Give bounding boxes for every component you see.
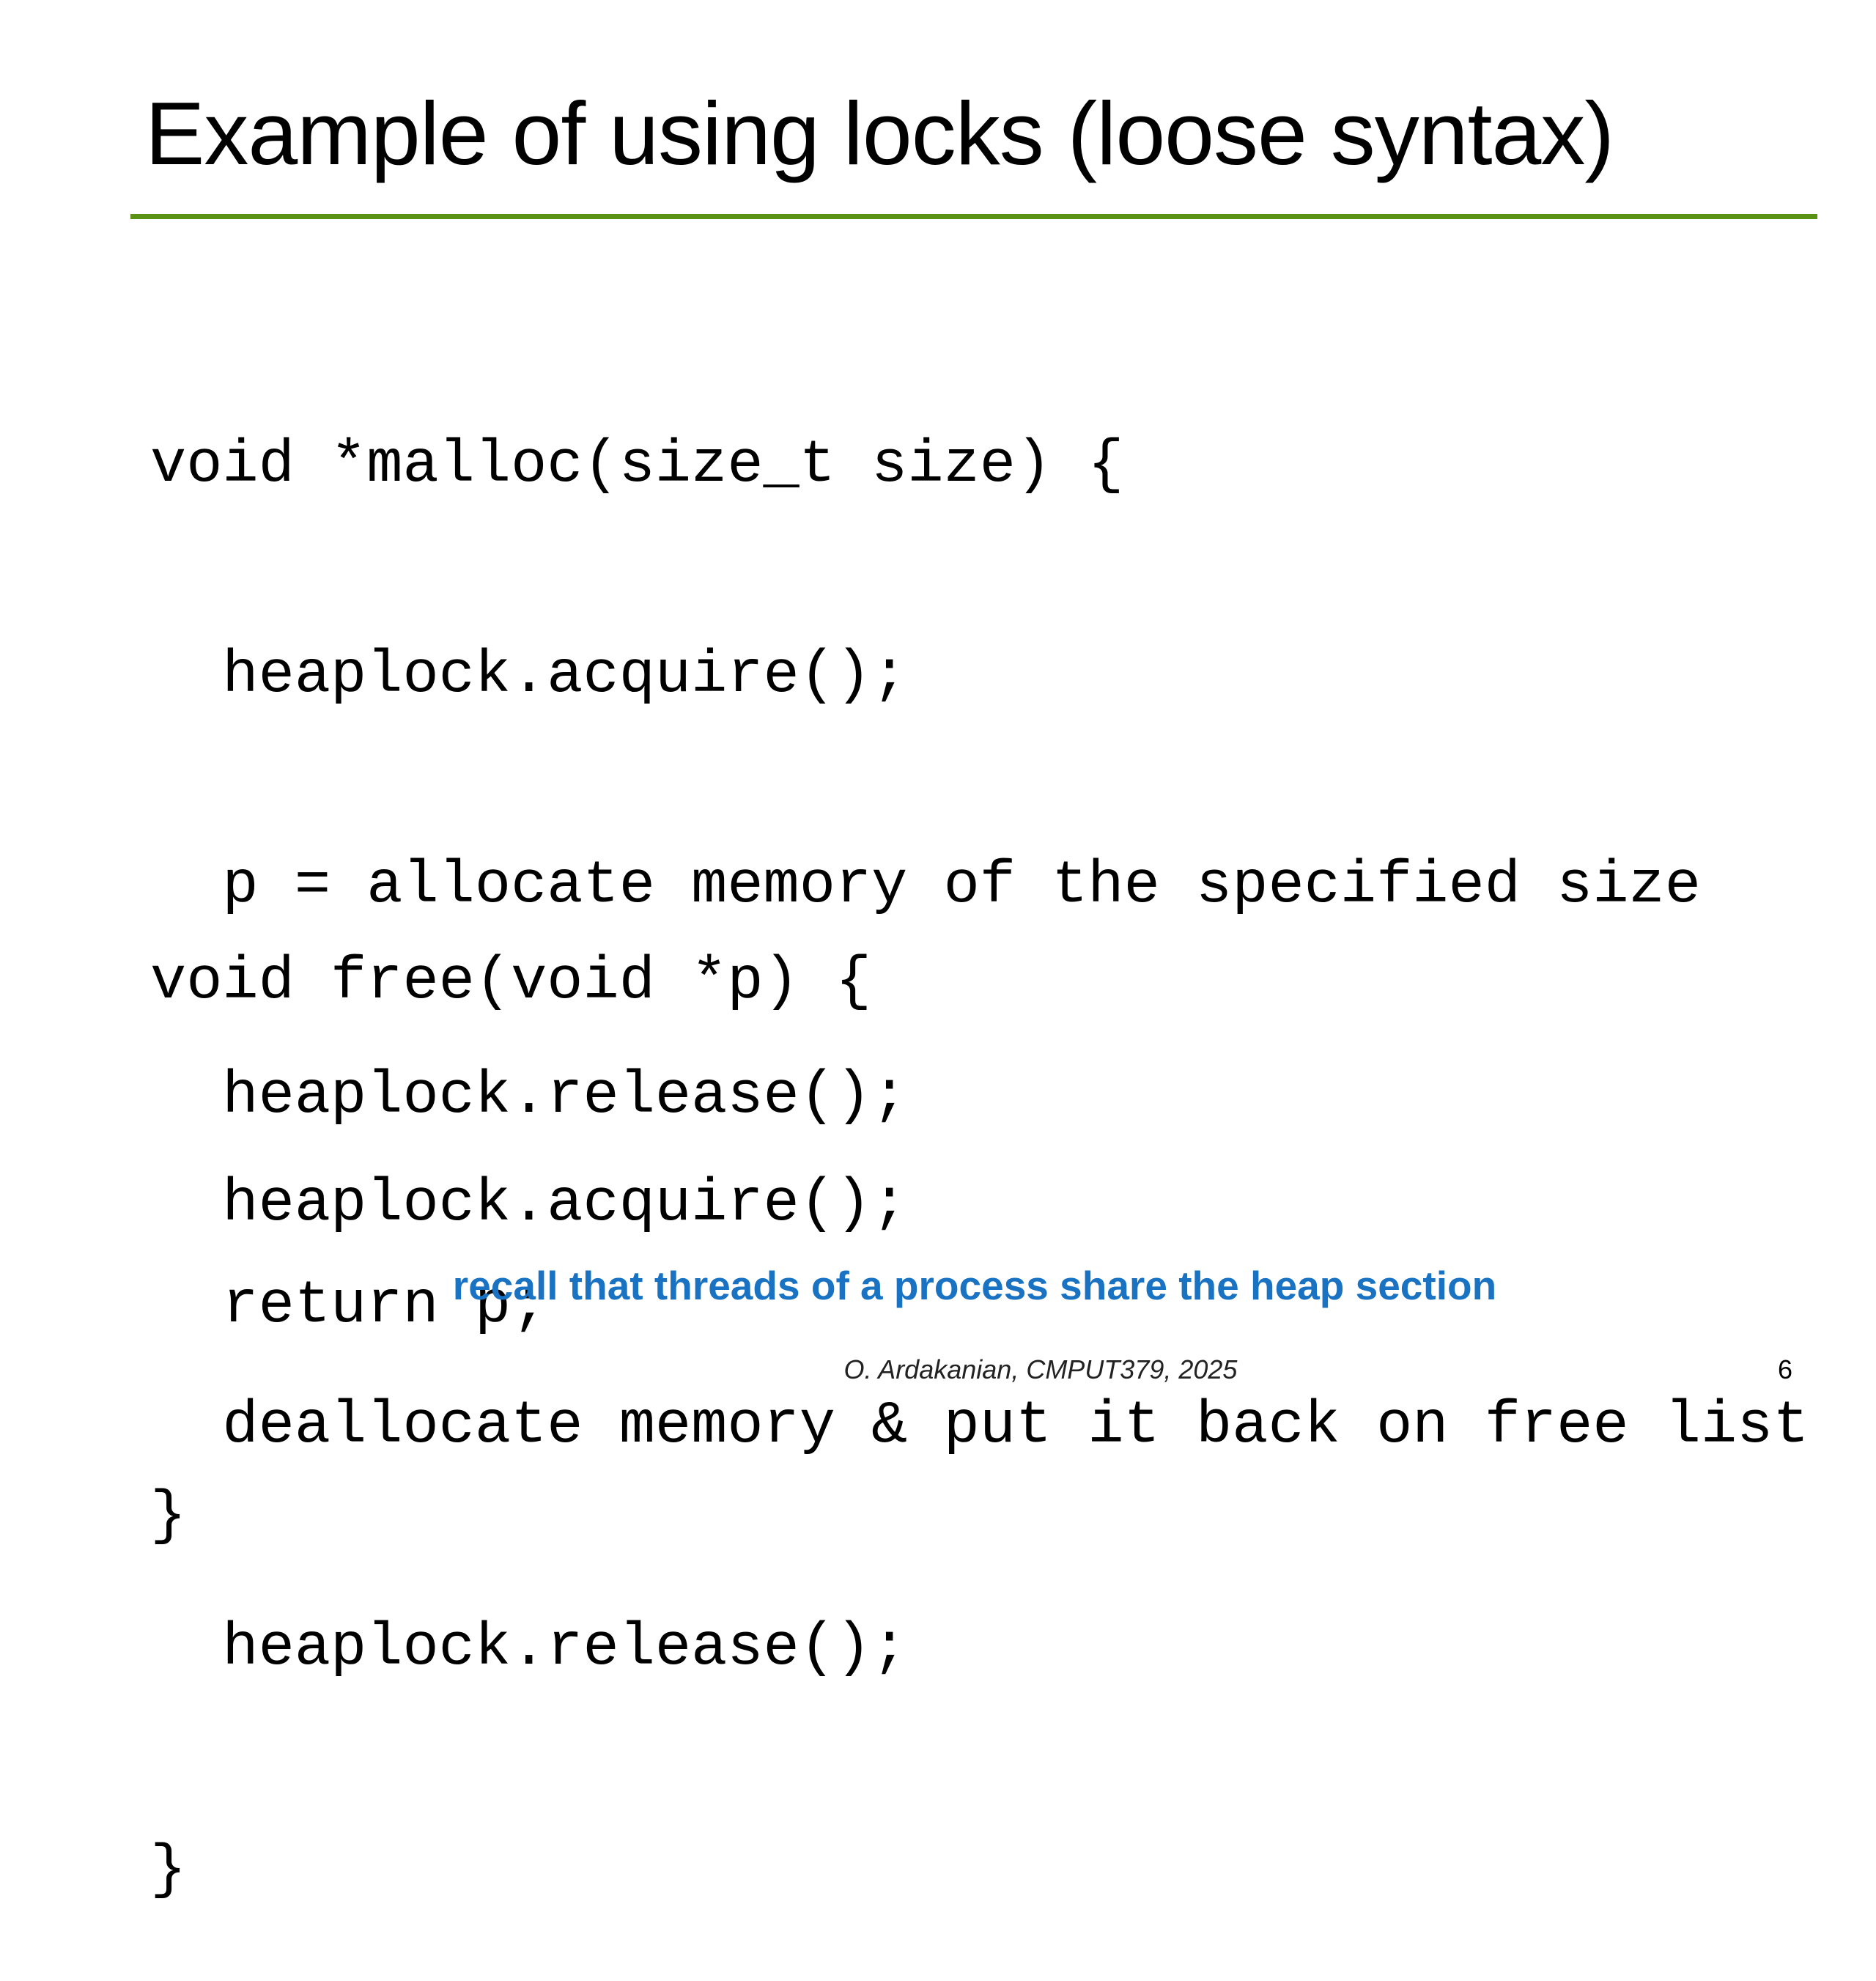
slide-title: Example of using locks (loose syntax) — [145, 84, 1614, 183]
code-line: void free(void *p) { — [150, 948, 872, 1016]
code-line: heaplock.acquire(); — [150, 641, 908, 709]
code-line: void *malloc(size_t size) { — [150, 431, 1124, 500]
page-number: 6 — [1777, 1354, 1792, 1384]
code-line: deallocate memory & put it back on free … — [150, 1392, 1809, 1460]
footer-credit: O. Ardakanian, CMPUT379, 2025 — [843, 1354, 1238, 1384]
code-line: heaplock.acquire(); — [150, 1170, 908, 1238]
title-divider — [130, 214, 1817, 219]
heap-note: recall that threads of a process share t… — [452, 1263, 1497, 1308]
code-line: } — [150, 1836, 187, 1904]
free-code-block: void free(void *p) { heaplock.acquire();… — [150, 797, 1809, 1981]
code-line: heaplock.release(); — [150, 1614, 908, 1682]
